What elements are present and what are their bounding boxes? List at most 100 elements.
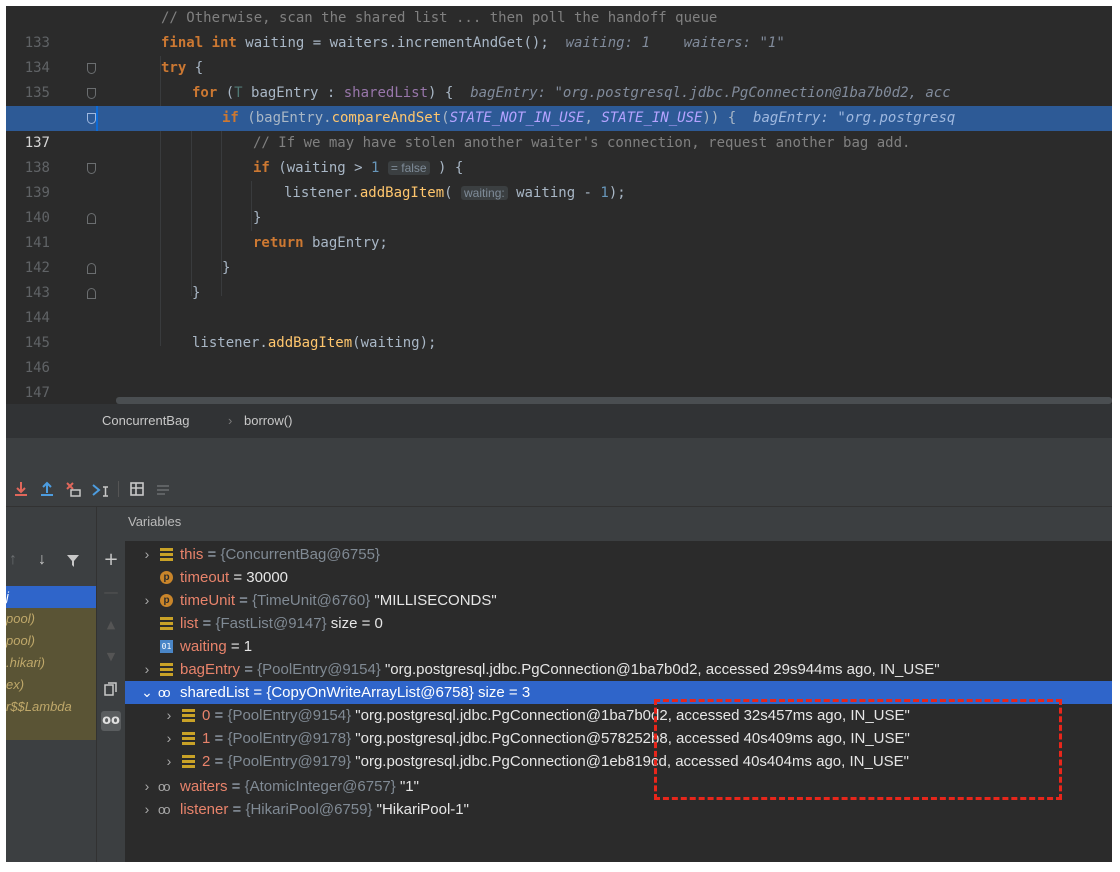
code-punct: ( — [441, 110, 450, 126]
code-line[interactable]: 142 return bagEntry; — [6, 231, 1112, 276]
code-line[interactable]: 140 listener.addBagItem( waiting: waitin… — [6, 181, 1112, 226]
code-line[interactable]: 145 — [6, 306, 1112, 351]
variable-row[interactable]: › p timeUnit = {TimeUnit@6760} "MILLISEC… — [125, 589, 1112, 612]
fold-marker-icon[interactable] — [87, 88, 96, 99]
code-line[interactable]: 139 if (waiting > 1 = false ) { — [6, 156, 1112, 201]
variable-text: timeUnit = {TimeUnit@6760} "MILLISECONDS… — [180, 592, 497, 609]
fold-marker-icon[interactable] — [87, 113, 96, 124]
code-line[interactable]: 146 listener.addBagItem(waiting); — [6, 331, 1112, 376]
breadcrumb-class[interactable]: ConcurrentBag — [102, 404, 189, 438]
code-line[interactable]: 135 try { — [6, 56, 1112, 101]
code-comment: // If we may have stolen another waiter'… — [253, 135, 911, 151]
variable-name: timeout — [180, 569, 230, 586]
primitive-icon: 01 — [160, 640, 173, 653]
variable-text: bagEntry = {PoolEntry@9154} "org.postgre… — [180, 661, 940, 678]
variable-row[interactable]: list = {FastList@9147} size = 0 — [125, 612, 1112, 635]
filter-icon[interactable] — [66, 554, 80, 573]
code-line[interactable]: 133 // Otherwise, scan the shared list .… — [6, 6, 1112, 51]
editor-horizontal-scrollbar[interactable] — [116, 397, 1112, 404]
copy-icon[interactable] — [101, 681, 121, 701]
drop-frame-icon[interactable] — [63, 479, 83, 499]
expand-arrow-icon[interactable]: › — [163, 750, 175, 773]
panel-header-band — [6, 438, 1112, 472]
expand-arrow-icon[interactable]: › — [163, 704, 175, 727]
frame-item[interactable]: r$$Lambda — [6, 696, 96, 718]
code-rest: bagEntry; — [303, 235, 388, 251]
step-into-icon[interactable] — [11, 479, 31, 499]
variable-row[interactable]: 01 waiting = 1 — [125, 635, 1112, 658]
code-punct: , — [584, 110, 602, 126]
variable-type: {PoolEntry@9154} — [257, 661, 381, 678]
code-text: for (T bagEntry : sharedList) { bagEntry… — [192, 81, 951, 106]
frames-panel: ↑ ↓ j pool) pool) .hikari) ex) r$$Lambda — [6, 507, 96, 862]
expand-arrow-icon[interactable]: › — [141, 658, 153, 681]
frame-item[interactable]: pool) — [6, 630, 96, 652]
debug-inline-value: bagEntry: "org.postgresq — [753, 110, 956, 126]
expand-arrow-icon[interactable]: › — [141, 775, 153, 798]
code-keyword: for — [192, 85, 218, 101]
move-down-icon[interactable]: ▼ — [101, 647, 121, 667]
code-line-current[interactable]: 137 if (bagEntry.compareAndSet(STATE_NOT… — [6, 106, 1112, 151]
code-line[interactable]: 143 } — [6, 256, 1112, 301]
frame-item[interactable]: .hikari) — [6, 652, 96, 674]
step-out-icon[interactable] — [37, 479, 57, 499]
variable-value: "MILLISECONDS" — [374, 592, 497, 609]
frame-item[interactable] — [6, 718, 96, 740]
code-punct: listener. — [192, 335, 268, 351]
variable-name: waiters — [180, 778, 228, 795]
frame-item[interactable]: pool) — [6, 608, 96, 630]
code-punct: (bagEntry. — [238, 110, 332, 126]
expand-arrow-icon[interactable]: › — [141, 589, 153, 612]
frame-item[interactable]: j — [6, 586, 96, 608]
variable-row[interactable]: p timeout = 30000 — [125, 566, 1112, 589]
move-up-icon[interactable]: ▲ — [101, 615, 121, 635]
fold-marker-icon[interactable] — [87, 213, 96, 224]
variable-name: 0 — [202, 707, 211, 724]
code-method: addBagItem — [267, 335, 353, 351]
evaluate-icon[interactable] — [127, 479, 147, 499]
add-watch-icon[interactable]: + — [101, 550, 121, 570]
variable-value: = 30000 — [233, 569, 289, 586]
fold-marker-icon[interactable] — [87, 63, 96, 74]
variable-row[interactable]: › bagEntry = {PoolEntry@9154} "org.postg… — [125, 658, 1112, 681]
code-keyword: return — [253, 235, 304, 251]
fold-marker-icon[interactable] — [87, 288, 96, 299]
frame-item[interactable]: ex) — [6, 674, 96, 696]
expand-arrow-icon[interactable]: › — [141, 543, 153, 566]
collapse-arrow-icon[interactable]: ⌄ — [141, 681, 153, 704]
code-text: if (waiting > 1 = false ) { — [253, 156, 463, 181]
run-to-cursor-icon[interactable] — [90, 479, 110, 499]
fold-marker-icon[interactable] — [87, 163, 96, 174]
code-line[interactable]: 141 } — [6, 206, 1112, 251]
code-constant: STATE_NOT_IN_USE — [449, 110, 585, 126]
code-line[interactable]: 134 final int waiting = waiters.incremen… — [6, 31, 1112, 76]
code-punct: waiting - — [507, 185, 601, 201]
expand-arrow-icon[interactable]: › — [163, 727, 175, 750]
code-field: sharedList — [343, 85, 429, 101]
variable-value: "org.postgresql.jdbc.PgConnection@1ba7b0… — [384, 661, 940, 678]
variable-row[interactable]: › this = {ConcurrentBag@6755} — [125, 543, 1112, 566]
code-line[interactable]: 138 // If we may have stolen another wai… — [6, 131, 1112, 176]
variable-row[interactable]: › oo listener = {HikariPool@6759} "Hikar… — [125, 798, 1112, 821]
variables-side-toolbar: + — ▲ ▼ oo — [96, 507, 126, 862]
code-keyword: final int — [161, 35, 237, 51]
variable-text: this = {ConcurrentBag@6755} — [180, 546, 380, 563]
expand-arrow-icon[interactable]: › — [141, 798, 153, 821]
watches-toggle-icon[interactable]: oo — [101, 711, 121, 731]
breadcrumb-method[interactable]: borrow() — [244, 404, 292, 438]
debug-inline-value: waiting: 1 waiters: "1" — [565, 35, 785, 51]
remove-watch-icon[interactable]: — — [101, 582, 121, 602]
code-line[interactable]: 147 — [6, 356, 1112, 401]
arrow-down-icon[interactable]: ↓ — [38, 551, 46, 569]
arrow-up-icon[interactable]: ↑ — [9, 551, 17, 569]
trace-icon[interactable] — [153, 479, 173, 499]
watch-icon: oo — [158, 685, 170, 700]
variable-name: 1 — [202, 730, 211, 747]
code-line[interactable]: 136 for (T bagEntry : sharedList) { bagE… — [6, 81, 1112, 126]
variable-type: {PoolEntry@9154} — [227, 707, 352, 724]
fold-marker-icon[interactable] — [87, 263, 96, 274]
variable-text: list = {FastList@9147} size = 0 — [180, 615, 383, 632]
variable-type: {HikariPool@6759} — [245, 801, 373, 818]
code-editor[interactable]: 133 // Otherwise, scan the shared list .… — [6, 6, 1112, 404]
code-line[interactable]: 144 } — [6, 281, 1112, 326]
